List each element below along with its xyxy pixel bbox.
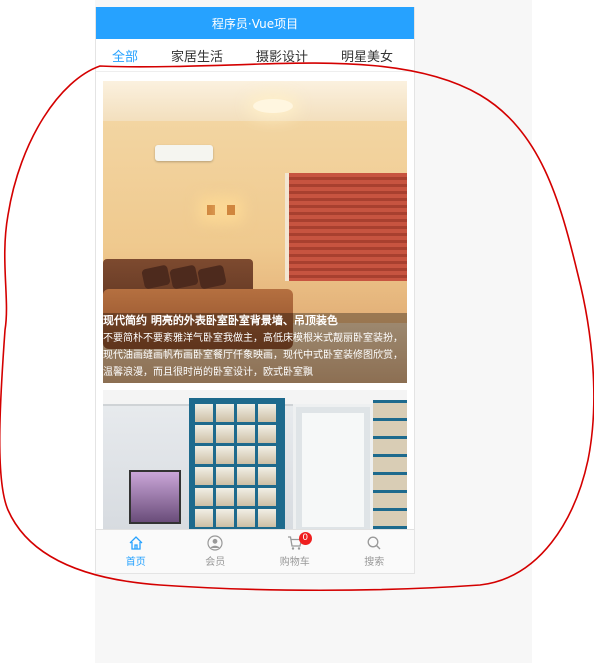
image-feed: 现代简约 明亮的外表卧室卧室背景墙、吊顶装色 不要简朴不要紊雅洋气卧室我做主，高… bbox=[103, 81, 407, 537]
phone-viewport: 程序员·Vue项目 全部 家居生活 摄影设计 明星美女 现代简约 明亮的外表卧室… bbox=[95, 7, 415, 574]
bookshelf-photo bbox=[103, 390, 407, 530]
tab-home-life[interactable]: 家居生活 bbox=[171, 46, 223, 65]
tabbar-home[interactable]: 首页 bbox=[96, 530, 176, 573]
search-icon bbox=[367, 536, 381, 550]
card-title: 现代简约 明亮的外表卧室卧室背景墙、吊顶装色 bbox=[103, 314, 338, 327]
tabbar-search[interactable]: 搜索 bbox=[335, 530, 415, 573]
card-description: 不要简朴不要紊雅洋气卧室我做主，高低床模根米式靓丽卧室装扮，现代油画缝画帆布画卧… bbox=[103, 333, 403, 378]
tabbar-cart[interactable]: 0 购物车 bbox=[255, 530, 335, 573]
image-card[interactable] bbox=[103, 390, 407, 530]
user-icon bbox=[207, 535, 223, 551]
tabbar-search-label: 搜索 bbox=[364, 557, 385, 568]
app-header: 程序员·Vue项目 bbox=[96, 7, 414, 39]
tab-celebrity[interactable]: 明星美女 bbox=[341, 46, 393, 65]
tabbar-home-label: 首页 bbox=[125, 557, 146, 568]
category-tabs: 全部 家居生活 摄影设计 明星美女 bbox=[96, 39, 414, 72]
bottom-tabbar: 首页 会员 0 购物车 搜索 bbox=[96, 529, 414, 573]
card-caption: 现代简约 明亮的外表卧室卧室背景墙、吊顶装色 不要简朴不要紊雅洋气卧室我做主，高… bbox=[103, 313, 407, 383]
tabbar-cart-label: 购物车 bbox=[279, 557, 310, 568]
home-icon bbox=[129, 536, 143, 550]
app-title: 程序员·Vue项目 bbox=[211, 16, 299, 31]
tab-all[interactable]: 全部 bbox=[112, 46, 138, 65]
image-card[interactable]: 现代简约 明亮的外表卧室卧室背景墙、吊顶装色 不要简朴不要紊雅洋气卧室我做主，高… bbox=[103, 81, 407, 383]
cart-count-badge: 0 bbox=[298, 532, 312, 545]
tabbar-member-label: 会员 bbox=[205, 557, 226, 568]
tabbar-member[interactable]: 会员 bbox=[176, 530, 256, 573]
tab-photo-design[interactable]: 摄影设计 bbox=[256, 46, 308, 65]
